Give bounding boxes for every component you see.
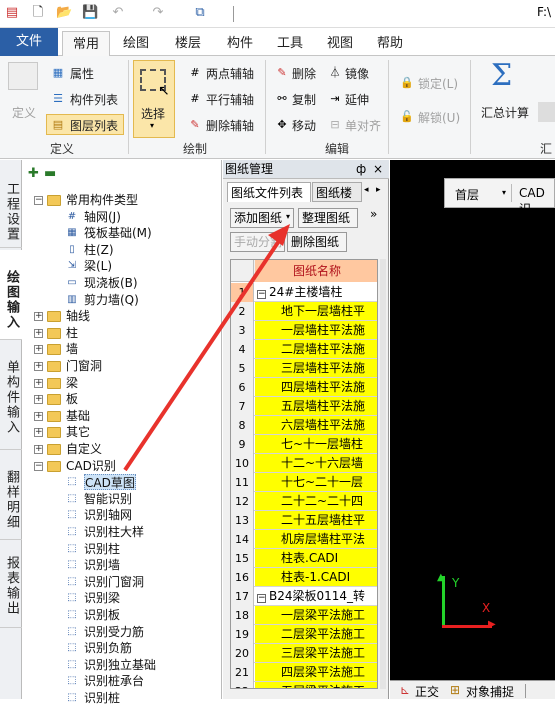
annotation-arrow — [123, 224, 290, 472]
arrow-shaft — [123, 230, 287, 472]
arrow-head — [268, 224, 290, 246]
